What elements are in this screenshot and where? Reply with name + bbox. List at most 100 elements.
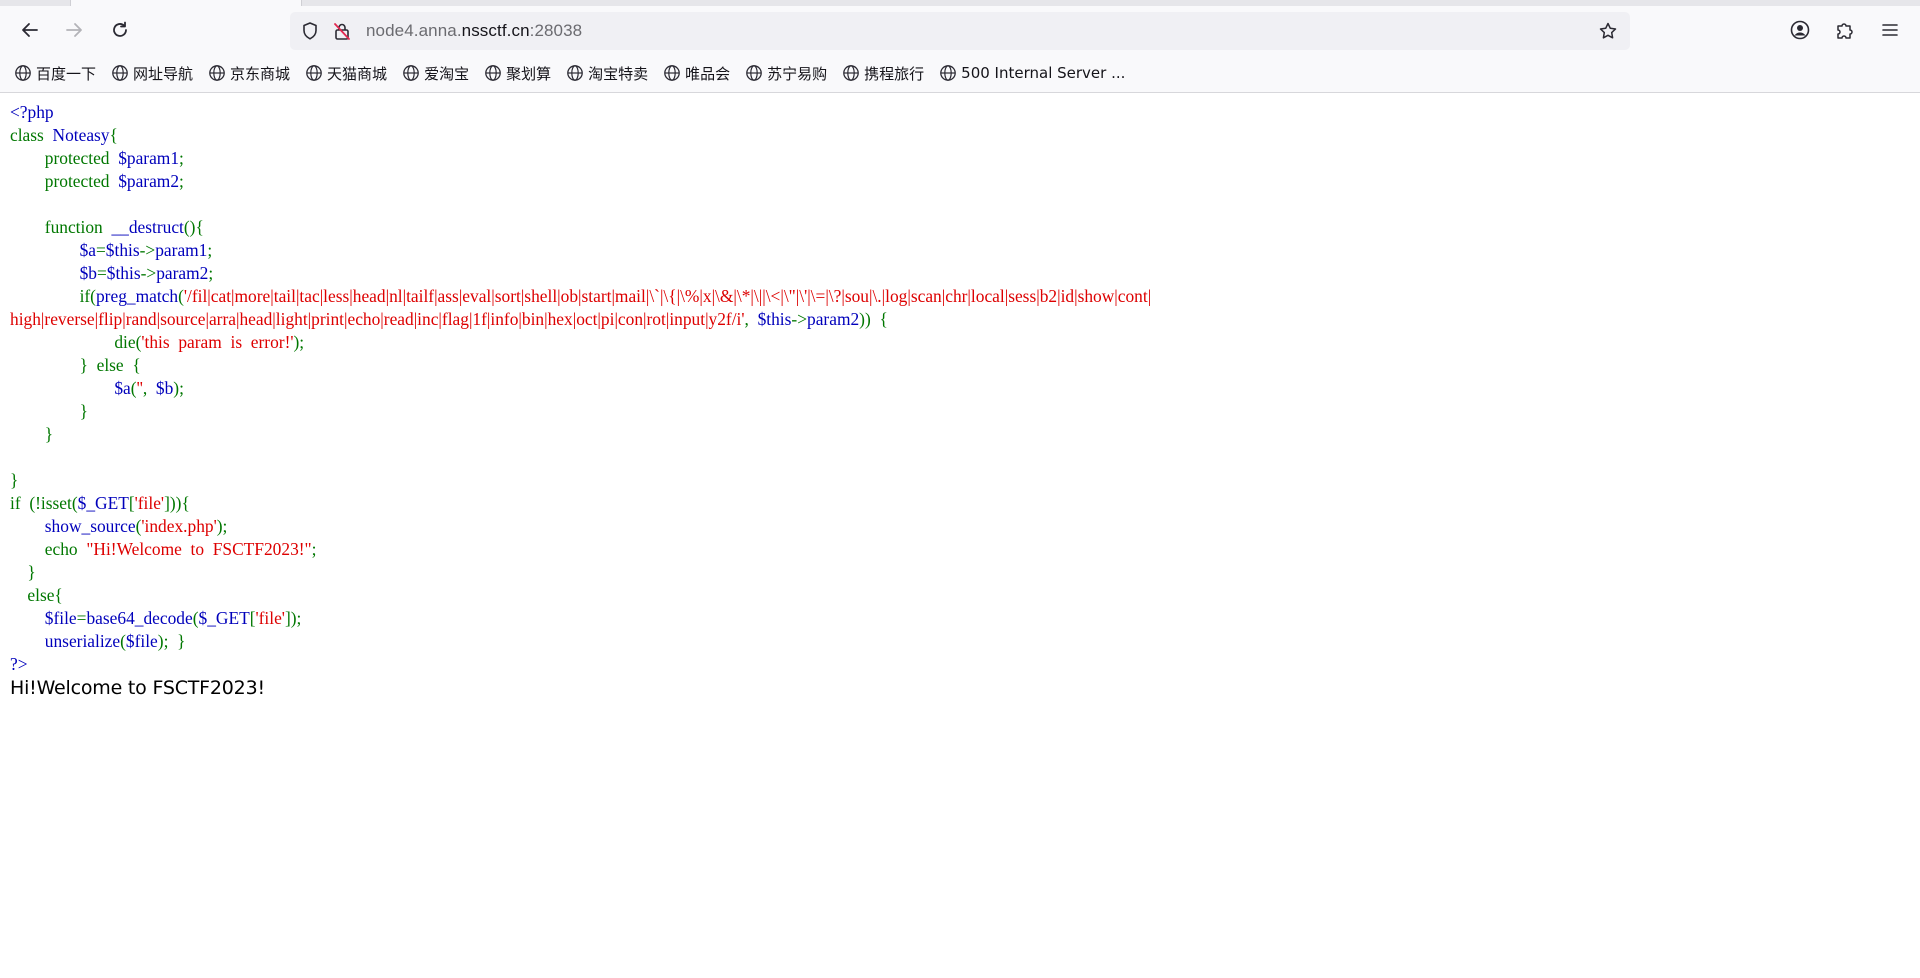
code-token: } [10, 401, 88, 421]
bookmark-item[interactable]: 携程旅行 [842, 62, 924, 84]
globe-icon [746, 65, 762, 81]
code-token: ; [208, 263, 214, 283]
bookmark-star-icon[interactable] [1598, 21, 1618, 41]
bookmark-label: 唯品会 [685, 64, 731, 83]
code-token: $param1 [118, 148, 180, 168]
code-line: function __destruct(){ [10, 217, 204, 237]
code-line: $b=$this->param2; [10, 263, 214, 283]
code-token: 'this param is error!' [141, 332, 294, 352]
code-line: protected $param1; [10, 148, 184, 168]
code-token: )) { [859, 309, 888, 329]
url-subdomain: node4.anna. [366, 21, 462, 40]
bookmark-item[interactable]: 爱淘宝 [402, 62, 469, 84]
code-token: $_GET [198, 608, 250, 628]
back-arrow-icon [22, 23, 38, 37]
echo-output-text: Hi!Welcome to FSCTF2023! [10, 677, 265, 699]
code-line: } [10, 401, 88, 421]
bookmark-item[interactable]: 京东商城 [208, 62, 290, 84]
bookmark-item[interactable]: 淘宝特卖 [566, 62, 648, 84]
page-content: <?php class Noteasy{ protected $param1; … [0, 93, 1920, 978]
reload-icon [113, 21, 127, 37]
code-token: Noteasy [43, 125, 110, 145]
bookmark-label: 天猫商城 [327, 64, 388, 83]
bookmark-item[interactable]: 聚划算 [484, 62, 551, 84]
address-bar[interactable]: node4.anna.nssctf.cn:28038 [290, 12, 1630, 50]
code-line: high|reverse|flip|rand|source|arra|head|… [10, 309, 888, 329]
code-token: } [10, 424, 54, 444]
globe-icon [843, 65, 859, 81]
code-token: ; [179, 148, 184, 168]
code-token: $this [106, 263, 141, 283]
code-line: $a('', $b); [10, 378, 184, 398]
bookmark-item[interactable]: 天猫商城 [305, 62, 387, 84]
code-token: ); [216, 516, 228, 536]
app-menu-button[interactable] [1876, 16, 1904, 44]
code-token: (){ [183, 217, 204, 237]
bookmark-label: 500 Internal Server ... [961, 64, 1126, 82]
bookmark-item[interactable]: 唯品会 [663, 62, 730, 84]
globe-icon [306, 65, 322, 81]
code-token: } else { [10, 355, 141, 375]
code-token: -> [791, 309, 808, 329]
back-button[interactable] [14, 14, 46, 46]
code-token: -> [139, 240, 156, 260]
code-token: ; [179, 171, 184, 191]
code-line: } [10, 424, 53, 444]
code-token: , [744, 309, 758, 329]
code-token: param2 [156, 263, 209, 283]
code-token: <?php [10, 102, 54, 122]
forward-button[interactable] [58, 14, 90, 46]
bookmark-label: 苏宁易购 [767, 64, 828, 83]
globe-icon [209, 65, 225, 81]
globe-icon [567, 65, 583, 81]
globe-icon [15, 65, 31, 81]
reload-button[interactable] [104, 14, 136, 46]
code-token: , [142, 378, 156, 398]
tab-strip [0, 0, 1920, 6]
code-token: ); [173, 378, 184, 398]
url-text[interactable]: node4.anna.nssctf.cn:28038 [366, 21, 582, 41]
code-line: if (!isset($_GET['file'])){ [10, 493, 190, 513]
code-token: param2 [807, 309, 860, 329]
extensions-button[interactable] [1831, 16, 1859, 44]
account-button[interactable] [1786, 16, 1814, 44]
code-line: $a=$this->param1; [10, 240, 213, 260]
code-token: 'index.php' [141, 516, 217, 536]
code-token: = [76, 608, 87, 628]
bookmark-item[interactable]: 网址导航 [111, 62, 193, 84]
globe-icon [112, 65, 128, 81]
code-token: } [10, 470, 19, 490]
code-token: '/fil|cat|more|tail|tac|less|head|nl|tai… [183, 286, 1152, 306]
code-token: ]); [284, 608, 302, 628]
code-token: __destruct [111, 217, 184, 237]
code-token: base64_decode [86, 608, 193, 628]
insecure-lock-icon[interactable] [332, 21, 352, 41]
code-token: ); [293, 332, 305, 352]
hamburger-menu-icon [1882, 24, 1898, 36]
bookmark-item[interactable]: 百度一下 [14, 62, 96, 84]
code-token: $this [105, 240, 140, 260]
code-token: ; [207, 240, 213, 260]
bookmark-label: 京东商城 [230, 64, 291, 83]
active-tab[interactable] [70, 0, 302, 6]
code-line: else{ [10, 585, 62, 605]
globe-icon [485, 65, 501, 81]
globe-icon [403, 65, 419, 81]
code-token: } [10, 562, 36, 582]
code-token: if (!isset( [10, 493, 78, 513]
bookmark-label: 百度一下 [36, 64, 97, 83]
tracking-shield-icon[interactable] [300, 21, 320, 41]
code-token: $param2 [118, 171, 180, 191]
globe-icon [664, 65, 680, 81]
code-token: function [10, 217, 112, 237]
bookmark-item[interactable]: 500 Internal Server ... [939, 62, 1125, 84]
php-source-code: <?php class Noteasy{ protected $param1; … [10, 101, 1151, 676]
code-token: $file [10, 608, 77, 628]
code-token: $file [125, 631, 158, 651]
code-token: die( [10, 332, 142, 352]
bookmark-item[interactable]: 苏宁易购 [745, 62, 827, 84]
code-line: class Noteasy{ [10, 125, 118, 145]
code-line: ?> [10, 654, 28, 674]
code-token: 'file' [134, 493, 165, 513]
bookmarks-toolbar: 百度一下 网址导航 京东商城 天猫商城 爱淘宝 聚划算 淘宝特卖 唯品会 苏宁易购 携程旅行 500… [14, 62, 1140, 84]
